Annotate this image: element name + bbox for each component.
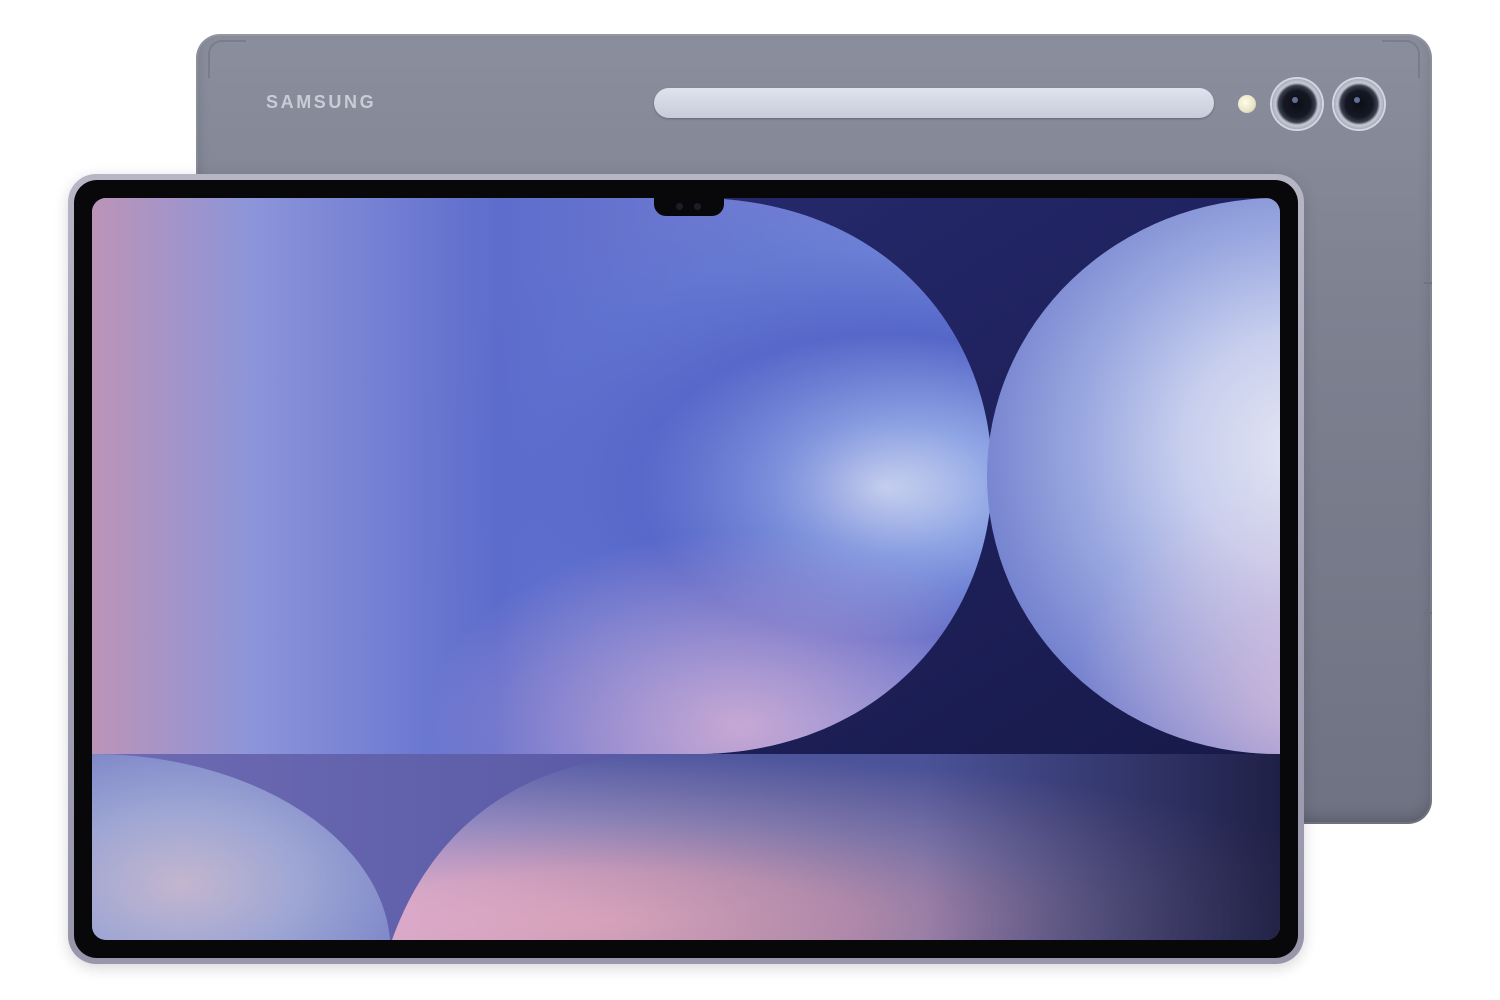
lens-reflection: [1354, 97, 1360, 103]
screen-bezel: [74, 180, 1298, 958]
front-camera-icon: [676, 203, 683, 210]
lens-reflection: [1292, 97, 1298, 103]
antenna-line-right-lower: [1424, 612, 1432, 614]
wallpaper-large-shape-pink: [92, 198, 992, 754]
tablet-front: [68, 174, 1304, 964]
camera-lens-icon: [1272, 79, 1322, 129]
samsung-logo: SAMSUNG: [266, 92, 377, 112]
antenna-corner-top-right: [1382, 40, 1420, 78]
flash-icon: [1238, 95, 1256, 113]
product-image: SAMSUNG: [0, 0, 1500, 1000]
wallpaper: [92, 198, 1280, 940]
s-pen-magnetic-strip: [654, 88, 1214, 118]
camera-lens-icon: [1334, 79, 1384, 129]
front-camera-notch: [654, 198, 724, 216]
antenna-line-right: [1424, 282, 1432, 284]
antenna-corner-top-left: [208, 40, 246, 78]
proximity-sensor-icon: [694, 203, 701, 210]
tablet-screen: [92, 198, 1280, 940]
